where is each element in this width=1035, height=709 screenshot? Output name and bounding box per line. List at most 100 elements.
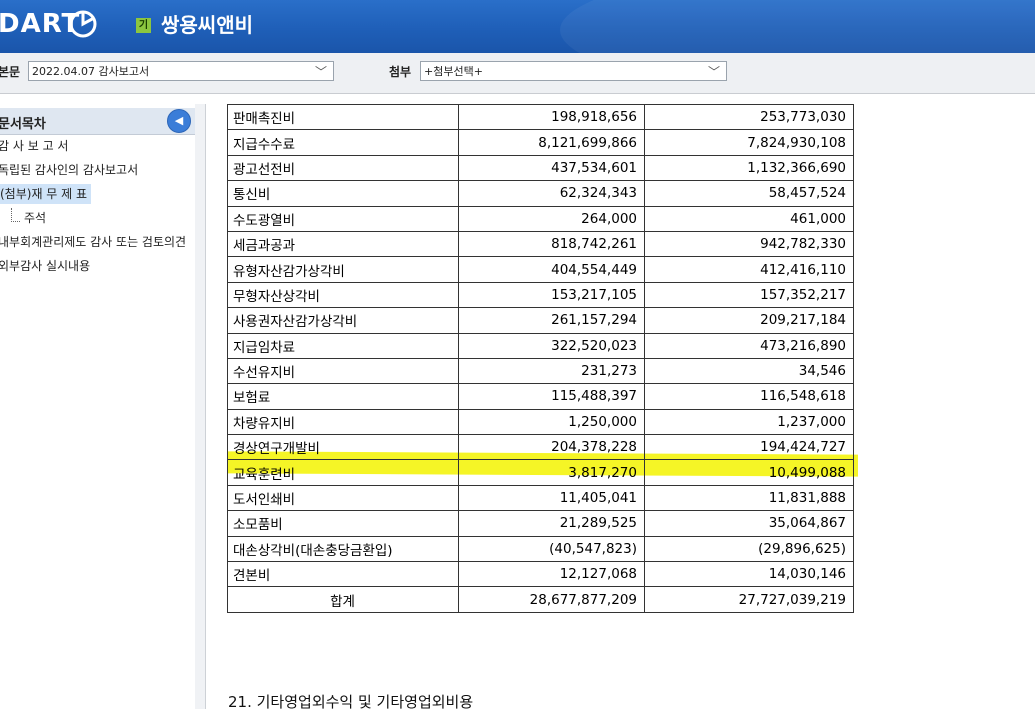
row-prior-amount: 412,416,110 bbox=[644, 256, 854, 283]
expense-table: 판매촉진비 198,918,656 253,773,030 지급수수료 8,121,69… bbox=[227, 104, 854, 613]
toc-item-internal-control-review[interactable]: 내부회계관리제도 감사 또는 검토의견 bbox=[0, 232, 186, 252]
row-current-amount: 204,378,228 bbox=[458, 434, 645, 461]
toc-panel: 문서목차 ◀ 감 사 보 고 서 독립된 감사인의 감사보고서 (첨부)재 무 … bbox=[0, 104, 196, 709]
table-row: 광고선전비 437,534,601 1,132,366,690 bbox=[227, 154, 854, 182]
table-row: 지급수수료 8,121,699,866 7,824,930,108 bbox=[227, 129, 854, 156]
row-current-amount: 231,273 bbox=[458, 357, 645, 385]
table-row: 도서인쇄비 11,405,041 11,831,888 bbox=[227, 484, 854, 512]
dart-logo-mark-icon bbox=[69, 10, 97, 38]
table-total-row: 합계 28,677,877,209 27,727,039,219 bbox=[227, 586, 854, 613]
row-prior-amount: 461,000 bbox=[644, 205, 854, 232]
row-prior-amount: 34,546 bbox=[644, 357, 854, 385]
row-prior-amount: 473,216,890 bbox=[644, 332, 854, 359]
row-prior-amount: 116,548,618 bbox=[644, 383, 854, 410]
row-account-name: 세금과공과 bbox=[227, 230, 459, 258]
table-row: 사용권자산감가상각비 261,157,294 209,217,184 bbox=[227, 307, 854, 334]
row-account-name: 보험료 bbox=[227, 383, 459, 410]
header-decoration bbox=[560, 0, 1035, 53]
table-row: 견본비 12,127,068 14,030,146 bbox=[227, 561, 854, 588]
row-account-name: 통신비 bbox=[227, 180, 459, 207]
row-prior-amount: 209,217,184 bbox=[644, 307, 854, 334]
company-badge: 기 bbox=[136, 18, 151, 33]
table-row: 세금과공과 818,742,261 942,782,330 bbox=[227, 230, 854, 258]
table-row: 무형자산상각비 153,217,105 157,352,217 bbox=[227, 281, 854, 309]
row-account-name: 도서인쇄비 bbox=[227, 484, 459, 512]
toc-title: 문서목차 bbox=[0, 117, 46, 132]
row-prior-amount: 1,237,000 bbox=[644, 408, 854, 436]
row-current-amount: 437,534,601 bbox=[458, 154, 645, 182]
row-current-amount: 115,488,397 bbox=[458, 383, 645, 410]
row-current-amount: 198,918,656 bbox=[458, 104, 645, 131]
row-current-amount: 153,217,105 bbox=[458, 281, 645, 309]
main-doc-label: 본문 bbox=[0, 65, 21, 79]
section-heading: 21. 기타영업외수익 및 기타영업외비용 bbox=[228, 693, 474, 709]
table-row: 대손상각비(대손충당금환입) (40,547,823) (29,896,625) bbox=[227, 535, 854, 563]
document-selector-bar: 본문 2022.04.07 감사보고서 ﹀ 첨부 +첨부선택+ ﹀ bbox=[0, 53, 1035, 94]
table-row: 통신비 62,324,343 58,457,524 bbox=[227, 180, 854, 207]
row-account-name: 대손상각비(대손충당금환입) bbox=[227, 535, 459, 563]
row-current-amount: 261,157,294 bbox=[458, 307, 645, 334]
row-current-amount: 11,405,041 bbox=[458, 484, 645, 512]
toc-item-notes[interactable]: 주석 bbox=[24, 208, 46, 228]
row-current-amount: (40,547,823) bbox=[458, 535, 645, 563]
row-account-name: 지급수수료 bbox=[227, 129, 459, 156]
toc-item-independent-auditor-report[interactable]: 독립된 감사인의 감사보고서 bbox=[0, 160, 138, 180]
row-prior-amount: 1,132,366,690 bbox=[644, 154, 854, 182]
attachment-label: 첨부 bbox=[389, 65, 412, 79]
chevron-down-icon: ﹀ bbox=[707, 65, 720, 79]
attachment-select-value: +첨부선택+ bbox=[424, 65, 483, 78]
row-account-name: 차량유지비 bbox=[227, 408, 459, 436]
chevron-down-icon: ﹀ bbox=[314, 65, 327, 79]
table-row: 판매촉진비 198,918,656 253,773,030 bbox=[227, 104, 854, 131]
row-prior-amount: 942,782,330 bbox=[644, 230, 854, 258]
table-row: 교육훈련비 3,817,270 10,499,088 bbox=[227, 459, 854, 486]
row-prior-amount: 35,064,867 bbox=[644, 510, 854, 537]
row-prior-amount: 14,030,146 bbox=[644, 561, 854, 588]
main-doc-select[interactable]: 2022.04.07 감사보고서 ﹀ bbox=[28, 61, 334, 81]
row-current-amount: 1,250,000 bbox=[458, 408, 645, 436]
document-viewer[interactable]: 판매촉진비 198,918,656 253,773,030 지급수수료 8,121,69… bbox=[206, 104, 1035, 709]
row-prior-amount: 58,457,524 bbox=[644, 180, 854, 207]
main-doc-select-value: 2022.04.07 감사보고서 bbox=[32, 65, 150, 78]
table-row: 유형자산감가상각비 404,554,449 412,416,110 bbox=[227, 256, 854, 283]
row-prior-amount: 10,499,088 bbox=[644, 459, 854, 486]
row-current-amount: 21,289,525 bbox=[458, 510, 645, 537]
company-name: 쌍용씨앤비 bbox=[161, 13, 253, 37]
row-account-name: 사용권자산감가상각비 bbox=[227, 307, 459, 334]
row-account-name: 무형자산상각비 bbox=[227, 281, 459, 309]
row-prior-amount: (29,896,625) bbox=[644, 535, 854, 563]
row-account-name: 교육훈련비 bbox=[227, 459, 459, 486]
panel-splitter[interactable] bbox=[195, 104, 206, 709]
toc-header: 문서목차 ◀ bbox=[0, 108, 195, 135]
row-prior-amount: 253,773,030 bbox=[644, 104, 854, 131]
table-row: 경상연구개발비 204,378,228 194,424,727 bbox=[227, 434, 854, 461]
row-prior-amount: 11,831,888 bbox=[644, 484, 854, 512]
tree-connector bbox=[11, 208, 20, 222]
total-label: 합계 bbox=[227, 586, 459, 613]
row-current-amount: 404,554,449 bbox=[458, 256, 645, 283]
table-row: 수도광열비 264,000 461,000 bbox=[227, 205, 854, 232]
toc-item-audit-report[interactable]: 감 사 보 고 서 bbox=[0, 136, 68, 156]
row-account-name: 소모품비 bbox=[227, 510, 459, 537]
row-account-name: 수선유지비 bbox=[227, 357, 459, 385]
row-prior-amount: 157,352,217 bbox=[644, 281, 854, 309]
toc-item-external-audit-details[interactable]: 외부감사 실시내용 bbox=[0, 256, 90, 276]
table-row: 지급임차료 322,520,023 473,216,890 bbox=[227, 332, 854, 359]
row-account-name: 판매촉진비 bbox=[227, 104, 459, 131]
total-prior-amount: 27,727,039,219 bbox=[644, 586, 854, 613]
row-account-name: 광고선전비 bbox=[227, 154, 459, 182]
table-row: 수선유지비 231,273 34,546 bbox=[227, 357, 854, 385]
row-account-name: 경상연구개발비 bbox=[227, 434, 459, 461]
top-header: DART 기 쌍용씨앤비 bbox=[0, 0, 1035, 53]
table-row: 차량유지비 1,250,000 1,237,000 bbox=[227, 408, 854, 436]
collapse-panel-button[interactable]: ◀ bbox=[167, 109, 191, 133]
table-row: 보험료 115,488,397 116,548,618 bbox=[227, 383, 854, 410]
attachment-select[interactable]: +첨부선택+ ﹀ bbox=[420, 61, 727, 81]
row-account-name: 유형자산감가상각비 bbox=[227, 256, 459, 283]
row-prior-amount: 7,824,930,108 bbox=[644, 129, 854, 156]
toc-item-financial-statements[interactable]: (첨부)재 무 제 표 bbox=[0, 184, 92, 204]
row-current-amount: 8,121,699,866 bbox=[458, 129, 645, 156]
total-current-amount: 28,677,877,209 bbox=[458, 586, 645, 613]
row-current-amount: 264,000 bbox=[458, 205, 645, 232]
row-current-amount: 12,127,068 bbox=[458, 561, 645, 588]
